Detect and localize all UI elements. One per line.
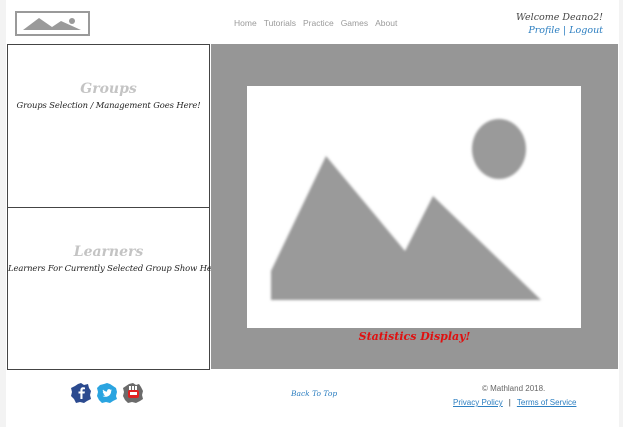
nav-about[interactable]: About xyxy=(375,18,397,28)
user-welcome: Welcome Deano2! Profile | Logout xyxy=(516,11,603,37)
groups-subtitle: Groups Selection / Management Goes Here! xyxy=(16,100,201,110)
learners-subtitle: Learners For Currently Selected Group Sh… xyxy=(8,263,224,273)
facebook-icon[interactable] xyxy=(70,382,92,404)
account-links: Profile | Logout xyxy=(516,24,603,37)
statistics-caption: Statistics Display! xyxy=(358,330,471,343)
page-frame-right xyxy=(619,0,623,427)
footer: Back To Top © Mathland 2018. Privacy Pol… xyxy=(6,370,619,427)
nav-practice[interactable]: Practice xyxy=(303,18,334,28)
privacy-policy-link[interactable]: Privacy Policy xyxy=(453,398,503,407)
statistics-panel: Statistics Display! xyxy=(211,44,618,369)
account-link-separator: | xyxy=(563,25,567,36)
copyright-text: © Mathland 2018. xyxy=(482,384,546,393)
nav-games[interactable]: Games xyxy=(341,18,368,28)
main-nav: Home Tutorials Practice Games About xyxy=(234,18,397,28)
image-placeholder-icon xyxy=(271,119,541,300)
legal-link-separator: | xyxy=(508,398,511,407)
statistics-image-placeholder xyxy=(247,86,581,328)
learners-title: Learners xyxy=(73,244,144,260)
legal-links: Privacy Policy | Terms of Service xyxy=(453,398,576,407)
terms-of-service-link[interactable]: Terms of Service xyxy=(517,398,577,407)
groups-panel: Groups Groups Selection / Management Goe… xyxy=(7,44,210,208)
welcome-text: Welcome Deano2! xyxy=(516,12,603,23)
header: Home Tutorials Practice Games About Welc… xyxy=(6,0,619,44)
logo-placeholder-image[interactable] xyxy=(15,11,90,36)
nav-home[interactable]: Home xyxy=(234,18,257,28)
profile-link[interactable]: Profile xyxy=(528,25,560,36)
social-links xyxy=(70,382,144,404)
learners-panel: Learners Learners For Currently Selected… xyxy=(7,207,224,370)
twitter-icon[interactable] xyxy=(96,382,118,404)
logout-link[interactable]: Logout xyxy=(569,25,603,36)
nav-tutorials[interactable]: Tutorials xyxy=(264,18,296,28)
youtube-icon[interactable] xyxy=(122,382,144,404)
groups-title: Groups xyxy=(80,81,137,97)
image-placeholder-icon xyxy=(21,16,84,31)
page-frame-left xyxy=(0,0,6,427)
back-to-top-link[interactable]: Back To Top xyxy=(291,389,337,398)
